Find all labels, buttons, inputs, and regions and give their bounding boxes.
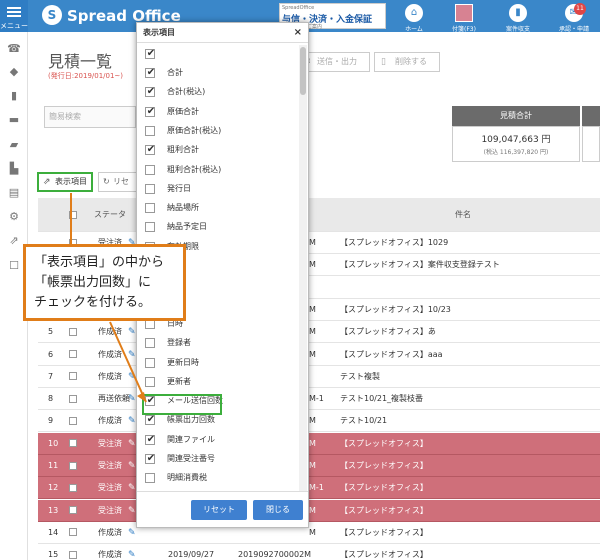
callout-line-3: チェックを付ける。 [34,295,152,310]
callout-line-1: 「表示項目」の中から [34,255,165,270]
instruction-callout: 「表示項目」の中から 「帳票出力回数」に チェックを付ける。 [23,244,186,321]
callout-arrow-down [109,321,147,403]
callout-line-2: 「帳票出力回数」に [34,275,152,290]
callout-arrowhead [137,392,146,402]
